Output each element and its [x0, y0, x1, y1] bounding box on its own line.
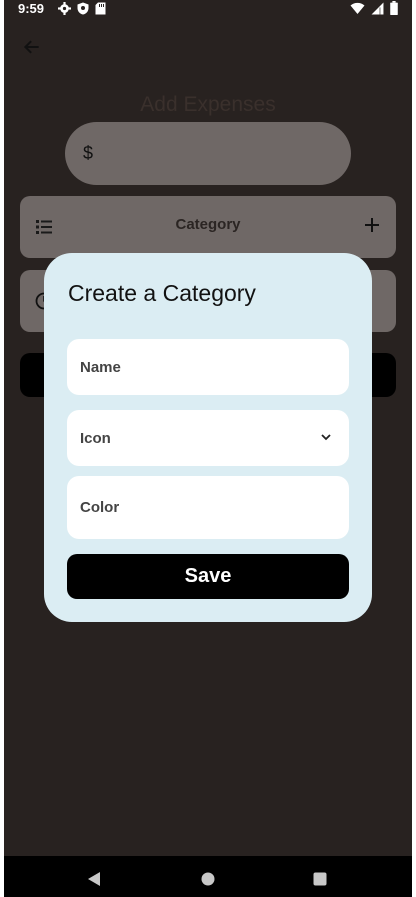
shield-icon	[77, 2, 89, 15]
arrow-left-icon	[23, 40, 39, 54]
currency-symbol: $	[83, 143, 94, 163]
back-button[interactable]	[22, 37, 42, 57]
name-placeholder: Name	[80, 359, 121, 376]
sd-card-icon	[95, 2, 106, 15]
amount-field[interactable]: $	[65, 122, 351, 185]
recent-square-icon[interactable]	[313, 872, 327, 886]
category-icon-dropdown[interactable]: Icon	[67, 410, 349, 466]
dialog-title: Create a Category	[68, 280, 256, 306]
create-category-dialog: Create a Category Name Icon Color Save	[44, 253, 372, 622]
plus-icon[interactable]	[364, 217, 380, 233]
status-right-icons	[350, 1, 398, 15]
status-bar: 9:59	[4, 0, 412, 18]
status-left-icons	[58, 2, 106, 15]
category-color-field[interactable]: Color	[67, 476, 349, 539]
page-title: Add Expenses	[140, 93, 276, 116]
signal-icon	[371, 2, 384, 14]
home-circle-icon[interactable]	[201, 872, 215, 886]
wifi-icon	[350, 2, 365, 14]
status-time: 9:59	[18, 1, 45, 16]
category-label: Category	[175, 216, 241, 233]
back-triangle-icon[interactable]	[87, 871, 101, 887]
gear-icon	[58, 2, 71, 15]
navigation-bar	[4, 856, 412, 897]
category-name-field[interactable]: Name	[67, 339, 349, 395]
icon-placeholder: Icon	[80, 430, 111, 447]
category-selector[interactable]: Category	[20, 196, 396, 258]
color-placeholder: Color	[80, 499, 120, 516]
save-button[interactable]: Save	[67, 554, 349, 599]
battery-icon	[390, 1, 398, 15]
chevron-down-icon	[321, 434, 331, 441]
